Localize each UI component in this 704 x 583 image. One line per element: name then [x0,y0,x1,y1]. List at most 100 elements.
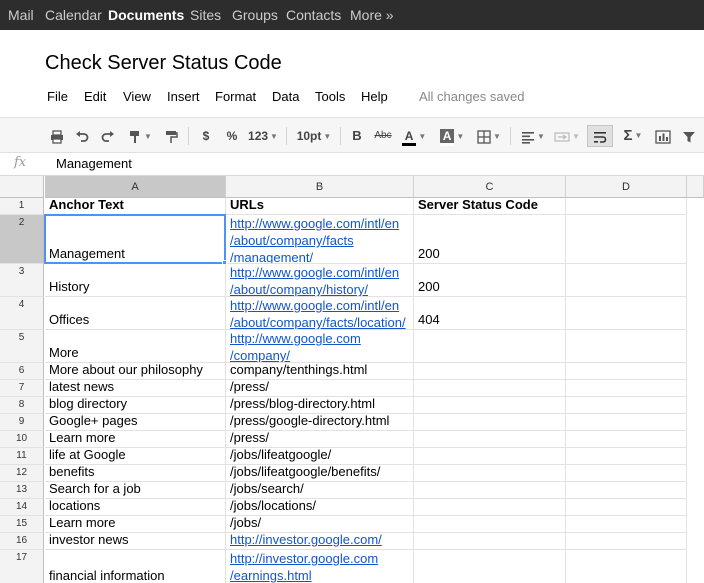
cell-empty[interactable] [566,264,687,297]
cell-url[interactable]: http://investor.google.com/ [226,533,414,550]
menu-edit[interactable]: Edit [84,89,106,104]
cell-status-code[interactable] [414,499,566,516]
cell-status-code[interactable] [414,330,566,363]
cell-empty[interactable] [566,550,687,583]
row-header[interactable]: 10 [0,431,44,448]
menu-insert[interactable]: Insert [167,89,200,104]
topbar-link-contacts[interactable]: Contacts [286,0,341,30]
url-link[interactable]: /about/company/history/ [230,281,411,296]
url-link[interactable]: http://www.google.com/intl/en [230,264,411,281]
cell-empty[interactable] [566,465,687,482]
topbar-link-calendar[interactable]: Calendar [45,0,102,30]
cell-anchor-text[interactable]: History [45,264,226,297]
cell-anchor-text[interactable]: Management [45,215,226,264]
cell-url[interactable]: company/tenthings.html [226,363,414,380]
cell-url[interactable]: http://www.google.com/intl/en/about/comp… [226,215,414,264]
cell-status-code[interactable]: Server Status Code [414,198,566,215]
cell-url[interactable]: /jobs/lifeatgoogle/benefits/ [226,465,414,482]
topbar-link-documents[interactable]: Documents [108,0,184,30]
cell-status-code[interactable] [414,448,566,465]
cell-status-code[interactable] [414,465,566,482]
cell-anchor-text[interactable]: More about our philosophy [45,363,226,380]
cell-url[interactable]: /jobs/ [226,516,414,533]
row-header[interactable]: 1 [0,198,44,215]
cell-status-code[interactable] [414,363,566,380]
cell-empty[interactable] [566,414,687,431]
cell-empty[interactable] [566,330,687,363]
url-link[interactable]: http://www.google.com/intl/en [230,297,411,314]
url-link[interactable]: http://investor.google.com [230,550,411,567]
formula-input[interactable]: Management [56,156,132,171]
cell-status-code[interactable] [414,414,566,431]
cell-status-code[interactable] [414,550,566,583]
row-header[interactable]: 3 [0,264,44,297]
column-header-c[interactable]: C [414,176,566,198]
cell-anchor-text[interactable]: More [45,330,226,363]
row-header[interactable]: 15 [0,516,44,533]
menu-help[interactable]: Help [361,89,388,104]
row-header[interactable]: 12 [0,465,44,482]
print-icon[interactable] [48,126,66,146]
cell-empty[interactable] [566,397,687,414]
row-header[interactable]: 9 [0,414,44,431]
cell-url[interactable]: http://www.google.com/intl/en/about/comp… [226,297,414,330]
currency-button[interactable]: $ [199,126,213,146]
row-header[interactable]: 5 [0,330,44,363]
cell-url[interactable]: /jobs/lifeatgoogle/ [226,448,414,465]
functions-button[interactable]: Σ ▼ [619,126,647,146]
topbar-link-sites[interactable]: Sites [190,0,221,30]
row-header[interactable]: 13 [0,482,44,499]
cell-status-code[interactable]: 200 [414,264,566,297]
cell-empty[interactable] [566,448,687,465]
cell-status-code[interactable] [414,482,566,499]
paint-format-icon[interactable]: ▼ [124,126,156,146]
cell-empty[interactable] [566,363,687,380]
cell-anchor-text[interactable]: Offices [45,297,226,330]
fill-color-button[interactable]: A ▼ [435,126,469,146]
url-link[interactable]: /management/ [230,249,411,263]
cell-anchor-text[interactable]: blog directory [45,397,226,414]
redo-icon[interactable] [99,126,117,146]
row-header[interactable]: 4 [0,297,44,330]
cell-empty[interactable] [566,533,687,550]
merge-icon[interactable]: ▼ [553,126,581,146]
row-header[interactable]: 17 [0,550,44,583]
cell-url[interactable]: http://www.google.com/company/ [226,330,414,363]
cell-status-code[interactable] [414,516,566,533]
cell-anchor-text[interactable]: Anchor Text [45,198,226,215]
cell-url[interactable]: http://investor.google.com/earnings.html [226,550,414,583]
url-link[interactable]: http://www.google.com [230,330,411,347]
cell-anchor-text[interactable]: financial information [45,550,226,583]
cell-url[interactable]: /press/blog-directory.html [226,397,414,414]
cell-empty[interactable] [566,516,687,533]
row-header[interactable]: 2 [0,215,44,264]
cell-anchor-text[interactable]: investor news [45,533,226,550]
cell-empty[interactable] [566,297,687,330]
menu-file[interactable]: File [47,89,68,104]
url-link[interactable]: /company/ [230,347,411,362]
filter-icon[interactable] [680,126,698,146]
topbar-link-more[interactable]: More » [350,0,394,30]
cell-status-code[interactable] [414,431,566,448]
row-header[interactable]: 6 [0,363,44,380]
column-header-b[interactable]: B [226,176,414,198]
cell-empty[interactable] [566,431,687,448]
cell-url[interactable]: /press/ [226,380,414,397]
cell-url[interactable]: /press/google-directory.html [226,414,414,431]
borders-icon[interactable]: ▼ [474,126,504,146]
cell-anchor-text[interactable]: latest news [45,380,226,397]
cell-url[interactable]: http://www.google.com/intl/en/about/comp… [226,264,414,297]
cell-anchor-text[interactable]: Google+ pages [45,414,226,431]
url-link[interactable]: http://www.google.com/intl/en [230,215,411,232]
font-size-button[interactable]: 10pt ▼ [295,126,333,146]
cell-anchor-text[interactable]: locations [45,499,226,516]
cell-empty[interactable] [566,198,687,215]
menu-tools[interactable]: Tools [315,89,345,104]
menu-data[interactable]: Data [272,89,299,104]
cell-status-code[interactable] [414,397,566,414]
cell-empty[interactable] [566,380,687,397]
row-header[interactable]: 16 [0,533,44,550]
cell-url[interactable]: /press/ [226,431,414,448]
url-link[interactable]: /earnings.html [230,567,411,583]
column-header-a[interactable]: A [45,176,226,198]
